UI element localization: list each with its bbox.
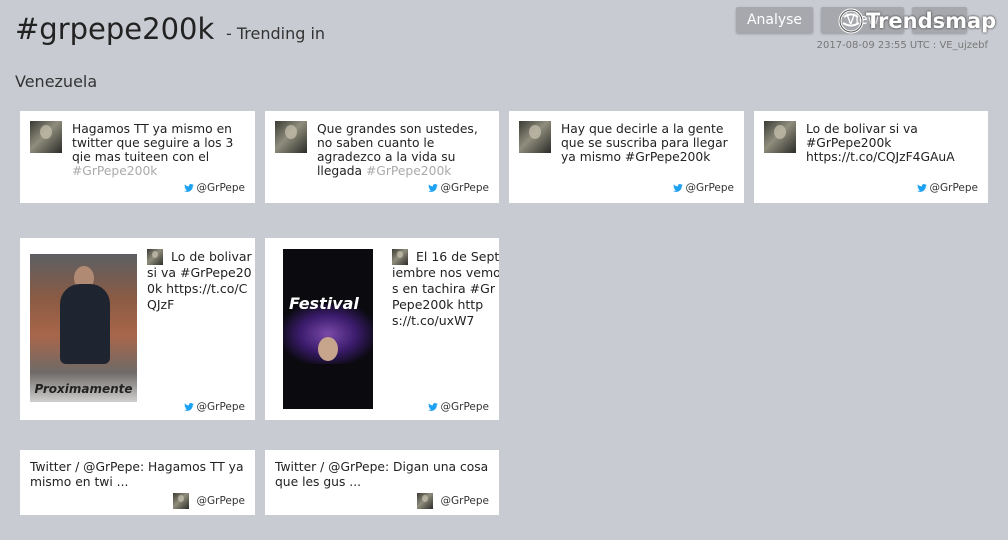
- twitter-icon: [183, 403, 194, 411]
- tweet-image[interactable]: Festival: [283, 249, 373, 409]
- avatar: [764, 121, 796, 153]
- twitter-icon: [427, 184, 438, 192]
- tweet-text: Lo de bolivar si va #GrPepe200k https://…: [806, 122, 955, 164]
- tweet-card[interactable]: Hay que decirle a la gente que se suscri…: [509, 111, 744, 203]
- tweet-image[interactable]: Proximamente: [30, 254, 137, 402]
- timestamp: 2017-08-09 23:55 UTC : VE_ujzebf: [816, 40, 988, 51]
- link-card[interactable]: Twitter / @GrPepe: Hagamos TT ya mismo e…: [20, 450, 255, 515]
- page-title: #grpepe200k: [15, 12, 215, 46]
- tweet-text: El 16 de Septiembre nos vemos en tachira…: [392, 249, 499, 328]
- link-user[interactable]: @GrPepe: [172, 493, 245, 509]
- trendsmap-logo[interactable]: Trendsmap: [838, 6, 996, 36]
- link-user[interactable]: @GrPepe: [416, 493, 489, 509]
- link-text: Twitter / @GrPepe: Digan una cosa que le…: [275, 460, 489, 489]
- twitter-icon: [427, 403, 438, 411]
- avatar: [519, 121, 551, 153]
- media-tweet-card[interactable]: Festival El 16 de Septiembre nos vemos e…: [265, 238, 499, 420]
- tweet-text: Hagamos TT ya mismo en twitter que segui…: [72, 122, 234, 178]
- tweet-user[interactable]: @GrPepe: [916, 182, 978, 194]
- trending-label: - Trending in: [226, 24, 326, 43]
- tweet-text: Que grandes son ustedes, no saben cuanto…: [317, 122, 478, 178]
- tweet-text: Hay que decirle a la gente que se suscri…: [561, 122, 728, 164]
- avatar: [275, 121, 307, 153]
- tweet-text: Lo de bolivar si va #GrPepe200k https://…: [147, 249, 252, 312]
- tweet-user[interactable]: @GrPepe: [183, 401, 245, 413]
- avatar: [416, 493, 433, 509]
- tweet-user[interactable]: @GrPepe: [427, 182, 489, 194]
- twitter-icon: [183, 184, 194, 192]
- twitter-icon: [672, 184, 683, 192]
- tweet-user[interactable]: @GrPepe: [183, 182, 245, 194]
- link-card[interactable]: Twitter / @GrPepe: Digan una cosa que le…: [265, 450, 499, 515]
- tweet-card[interactable]: Hagamos TT ya mismo en twitter que segui…: [20, 111, 255, 203]
- tweet-card[interactable]: Que grandes son ustedes, no saben cuanto…: [265, 111, 499, 203]
- tweet-card[interactable]: Lo de bolivar si va #GrPepe200k https://…: [754, 111, 988, 203]
- avatar: [30, 121, 62, 153]
- logo-text: Trendsmap: [866, 9, 997, 33]
- twitter-icon: [916, 184, 927, 192]
- image-caption: Festival: [289, 294, 359, 313]
- analyse-button[interactable]: Analyse: [736, 7, 813, 33]
- avatar: [172, 493, 189, 509]
- trendsmap-globe-icon: [838, 8, 864, 34]
- link-text: Twitter / @GrPepe: Hagamos TT ya mismo e…: [30, 460, 244, 489]
- country-label: Venezuela: [15, 72, 98, 91]
- media-tweet-card[interactable]: Proximamente Lo de bolivar si va #GrPepe…: [20, 238, 255, 420]
- tweet-user[interactable]: @GrPepe: [427, 401, 489, 413]
- tweet-user[interactable]: @GrPepe: [672, 182, 734, 194]
- image-caption: Proximamente: [34, 382, 133, 396]
